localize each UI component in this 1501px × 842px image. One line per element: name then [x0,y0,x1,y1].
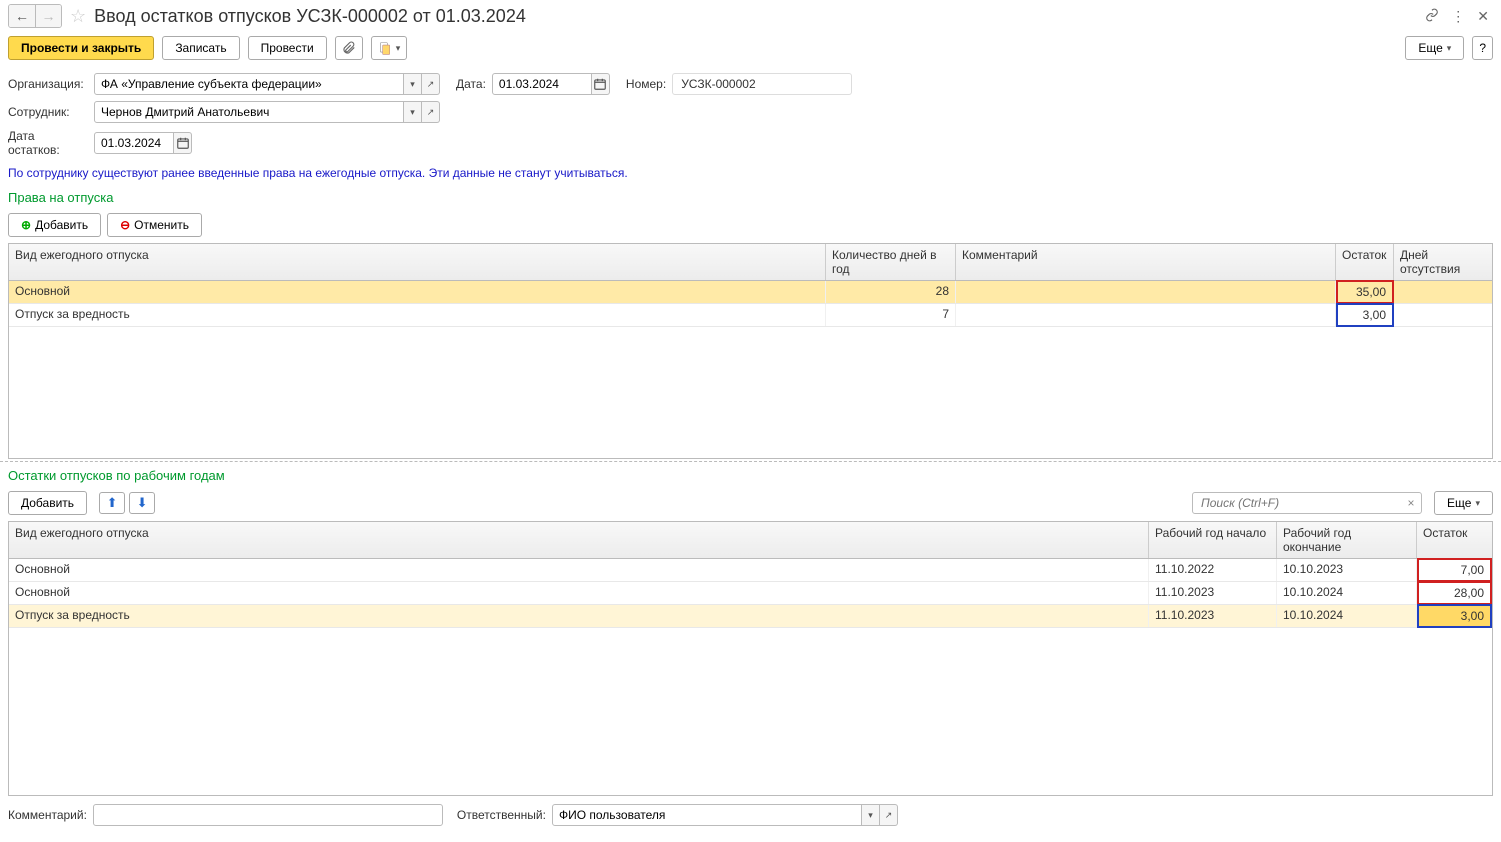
section1-title: Права на отпуска [0,186,1501,209]
comment-input[interactable] [93,804,443,826]
page-title: Ввод остатков отпусков УСЗК-000002 от 01… [94,6,1425,27]
responsible-dropdown-icon[interactable]: ▾ [862,804,880,826]
search-clear-icon[interactable]: × [1402,492,1420,514]
employee-label: Сотрудник: [8,105,88,119]
post-button[interactable]: Провести [248,36,327,60]
th-balance: Остаток [1336,244,1394,280]
balance-date-input[interactable] [94,132,174,154]
date-calendar-icon[interactable] [592,73,610,95]
section2-more-button[interactable]: Еще▾ [1434,491,1493,515]
employee-open-icon[interactable]: ↗ [422,101,440,123]
table-row[interactable]: Отпуск за вредность 7 3,00 [9,304,1492,327]
th-type: Вид ежегодного отпуска [9,244,826,280]
favorite-star-icon[interactable]: ☆ [70,6,86,27]
attach-button[interactable] [335,36,363,60]
post-and-close-button[interactable]: Провести и закрыть [8,36,154,60]
comment-label: Комментарий: [8,808,87,822]
search-input[interactable] [1192,492,1422,514]
responsible-input[interactable] [552,804,862,826]
table-row[interactable]: Основной 28 35,00 [9,281,1492,304]
balance-date-label: Дата остатков: [8,129,88,157]
responsible-label: Ответственный: [457,808,546,822]
th-end: Рабочий год окончание [1277,522,1417,558]
org-input[interactable] [94,73,404,95]
number-value: УСЗК-000002 [672,73,852,95]
responsible-open-icon[interactable]: ↗ [880,804,898,826]
minus-icon: ⊖ [120,218,130,232]
move-down-button[interactable]: ⬇ [129,492,155,514]
rights-table[interactable]: Вид ежегодного отпуска Количество дней в… [8,243,1493,459]
th-balance: Остаток [1417,522,1492,558]
nav-forward-button[interactable]: → [35,5,61,27]
help-button[interactable]: ? [1472,36,1493,60]
date-label: Дата: [456,77,486,91]
move-up-button[interactable]: ⬆ [99,492,125,514]
th-comment: Комментарий [956,244,1336,280]
write-button[interactable]: Записать [162,36,239,60]
link-icon[interactable] [1425,8,1439,25]
create-based-on-button[interactable]: ▾ [371,36,408,60]
balances-table[interactable]: Вид ежегодного отпуска Рабочий год начал… [8,521,1493,796]
close-icon[interactable]: ✕ [1477,8,1489,25]
table-row[interactable]: Основной 11.10.2023 10.10.2024 28,00 [9,582,1492,605]
section1-add-button[interactable]: ⊕Добавить [8,213,101,237]
menu-icon[interactable]: ⋮ [1451,8,1465,25]
more-button[interactable]: Еще▾ [1405,36,1464,60]
plus-icon: ⊕ [21,218,31,232]
info-text: По сотруднику существуют ранее введенные… [0,160,1501,186]
section2-add-button[interactable]: Добавить [8,491,87,515]
nav-back-button[interactable]: ← [9,5,35,27]
employee-input[interactable] [94,101,404,123]
employee-dropdown-icon[interactable]: ▾ [404,101,422,123]
balances-table-header: Вид ежегодного отпуска Рабочий год начал… [9,522,1492,559]
date-input[interactable] [492,73,592,95]
th-absent: Дней отсутствия [1394,244,1492,280]
balance-date-calendar-icon[interactable] [174,132,192,154]
th-start: Рабочий год начало [1149,522,1277,558]
org-label: Организация: [8,77,88,91]
org-open-icon[interactable]: ↗ [422,73,440,95]
org-dropdown-icon[interactable]: ▾ [404,73,422,95]
table-row[interactable]: Отпуск за вредность 11.10.2023 10.10.202… [9,605,1492,628]
section2-title: Остатки отпусков по рабочим годам [0,461,1501,487]
th-days: Количество дней в год [826,244,956,280]
th-type: Вид ежегодного отпуска [9,522,1149,558]
section1-cancel-button[interactable]: ⊖Отменить [107,213,202,237]
table-row[interactable]: Основной 11.10.2022 10.10.2023 7,00 [9,559,1492,582]
rights-table-header: Вид ежегодного отпуска Количество дней в… [9,244,1492,281]
number-label: Номер: [626,77,666,91]
